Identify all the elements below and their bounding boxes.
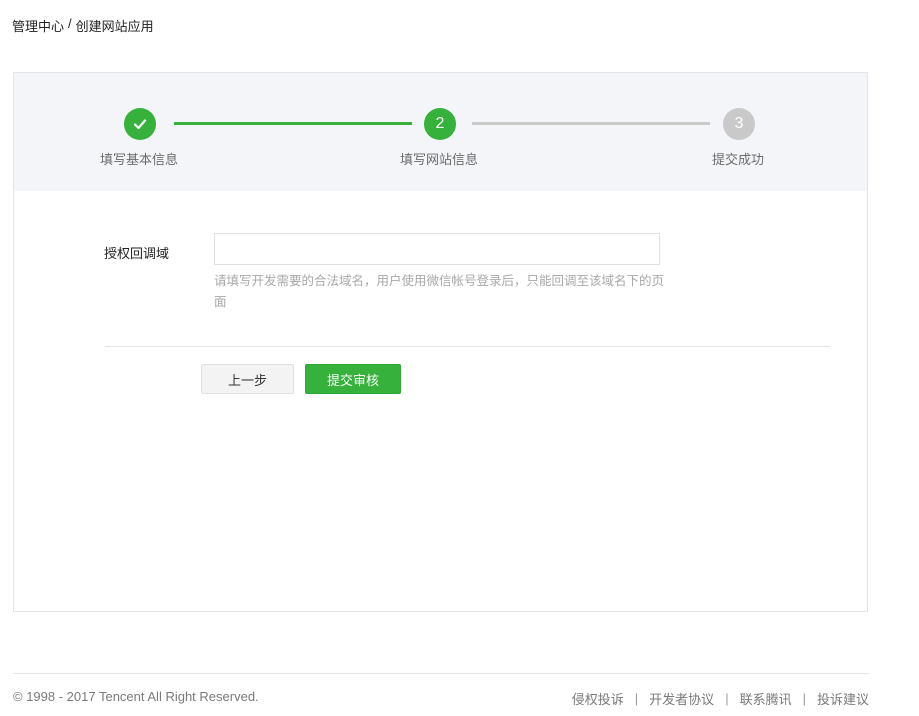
- step-3-label: 提交成功: [712, 152, 765, 167]
- step-3-number: 3: [734, 115, 744, 132]
- breadcrumb: 管理中心 / 创建网站应用: [12, 16, 154, 35]
- step-progress: 填写基本信息 2 填写网站信息 3 提交成功: [14, 73, 867, 191]
- check-icon: [133, 119, 147, 130]
- footer-link-contact-tencent[interactable]: 联系腾讯: [740, 689, 792, 708]
- footer-divider: [13, 673, 869, 674]
- step-3-circle: 3: [723, 108, 755, 140]
- footer-link-developer-agreement[interactable]: 开发者协议: [649, 689, 714, 708]
- step-1-circle: [124, 108, 156, 140]
- form-divider: [105, 346, 830, 347]
- footer-links: 侵权投诉 | 开发者协议 | 联系腾讯 | 投诉建议: [572, 689, 869, 708]
- step-2-circle: 2: [424, 108, 456, 140]
- breadcrumb-current: 创建网站应用: [75, 19, 154, 34]
- callback-domain-input[interactable]: [214, 233, 660, 265]
- step-2-label: 填写网站信息: [400, 152, 479, 167]
- step-2-3-connector: [472, 122, 710, 125]
- step-1-2-connector: [174, 122, 412, 125]
- footer-separator: |: [634, 691, 639, 706]
- footer-separator: |: [802, 691, 806, 706]
- create-app-card: 填写基本信息 2 填写网站信息 3 提交成功 授权回调域 请填写开发需要的合法域…: [13, 72, 868, 612]
- footer-link-infringement[interactable]: 侵权投诉: [572, 689, 624, 708]
- step-2-number: 2: [435, 115, 445, 132]
- footer-separator: |: [725, 691, 729, 706]
- page: 管理中心 / 创建网站应用 填写基本信息 2 填写网站信息 3 提交成功 授权回…: [0, 0, 919, 716]
- footer-link-feedback[interactable]: 投诉建议: [817, 689, 869, 708]
- copyright: © 1998 - 2017 Tencent All Right Reserved…: [13, 689, 259, 704]
- step-1-label: 填写基本信息: [100, 152, 179, 167]
- callback-domain-hint: 请填写开发需要的合法域名，用户使用微信帐号登录后，只能回调至该域名下的页面: [214, 274, 665, 309]
- breadcrumb-admin-center[interactable]: 管理中心: [12, 16, 64, 35]
- previous-step-button[interactable]: 上一步: [201, 364, 294, 394]
- callback-domain-label: 授权回调域: [104, 246, 170, 261]
- breadcrumb-separator: /: [68, 16, 72, 31]
- submit-review-button[interactable]: 提交审核: [305, 364, 401, 394]
